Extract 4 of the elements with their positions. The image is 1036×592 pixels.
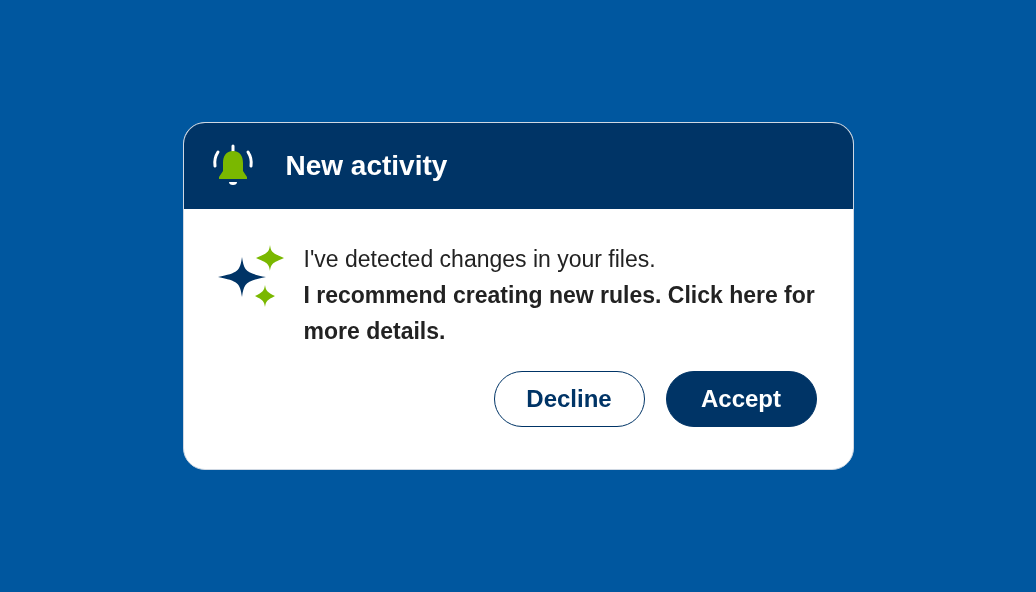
decline-button[interactable]: Decline xyxy=(493,371,645,427)
notification-message: I've detected changes in your files. I recommend creating new rules. Click here for more details. xyxy=(303,245,816,346)
accept-button[interactable]: Accept xyxy=(665,371,817,427)
notification-title: New activity xyxy=(285,149,448,183)
